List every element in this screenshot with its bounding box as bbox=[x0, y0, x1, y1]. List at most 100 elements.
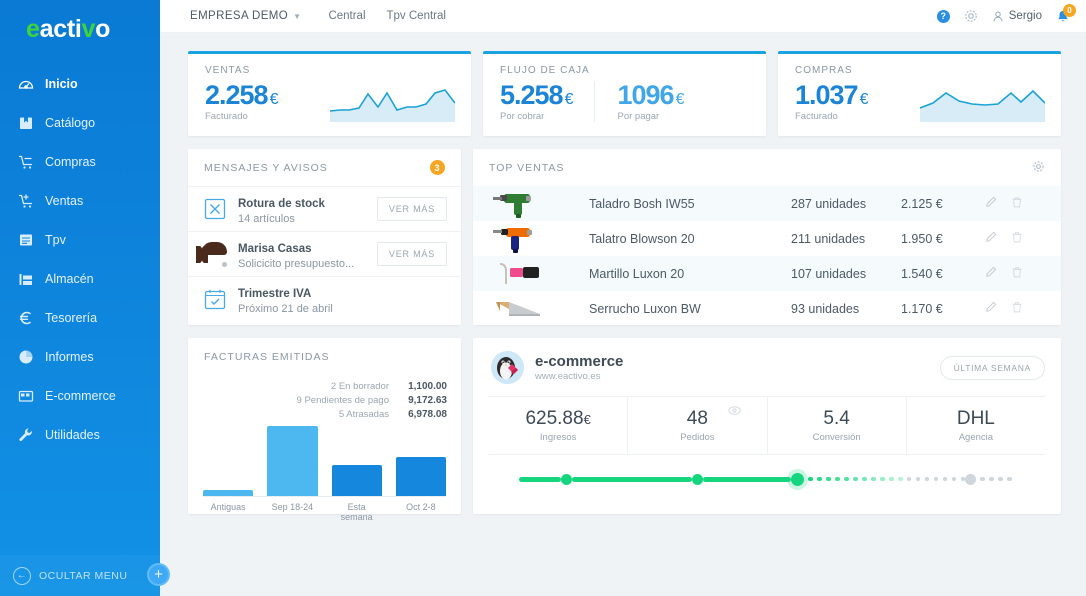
pencil-icon[interactable] bbox=[985, 196, 997, 211]
progress-dot bbox=[924, 476, 929, 482]
pencil-icon[interactable] bbox=[985, 231, 997, 246]
kpi-sublabel: Facturado bbox=[795, 111, 838, 123]
trash-icon[interactable] bbox=[1011, 196, 1023, 211]
ecommerce-url: www.eactivo.es bbox=[535, 371, 601, 382]
kpi-card-flujo-de-caja: FLUJO DE CAJA 5.258 € Por cobrar 1096 € Po… bbox=[483, 51, 766, 136]
stat-value: 48 bbox=[628, 408, 766, 430]
table-row[interactable]: Martillo Luxon 20 107 unidades 1.540 € bbox=[473, 256, 1061, 291]
progress-node[interactable] bbox=[561, 473, 572, 485]
legend-value: 9,172.63 bbox=[408, 395, 447, 406]
sidebar-item-almacen[interactable]: Almacén bbox=[0, 259, 160, 298]
kpi-currency: € bbox=[859, 91, 869, 108]
topnav-item-central[interactable]: Central bbox=[328, 10, 365, 22]
gear-icon[interactable] bbox=[964, 9, 978, 23]
product-units: 287 unidades bbox=[791, 196, 867, 211]
ver-mas-button[interactable]: VER MÁS bbox=[376, 197, 447, 221]
progress-dot bbox=[871, 476, 876, 482]
kpi-number: 1096 bbox=[617, 80, 674, 110]
trash-icon[interactable] bbox=[1011, 266, 1023, 281]
message-text: Rotura de stock 14 artículos bbox=[238, 194, 325, 225]
product-amount: 1.170 € bbox=[901, 301, 943, 316]
legend-row: 5 Atrasadas 6,978.08 bbox=[188, 409, 447, 420]
storefront-icon bbox=[17, 387, 34, 404]
sidebar-item-ecommerce[interactable]: E-commerce bbox=[0, 376, 160, 415]
progress-node-gray[interactable] bbox=[965, 473, 976, 485]
logo-acti: acti bbox=[39, 14, 82, 43]
sidebar-item-informes[interactable]: Informes bbox=[0, 337, 160, 376]
cart-plus-icon bbox=[17, 192, 34, 209]
pencil-icon[interactable] bbox=[985, 301, 997, 316]
company-selector[interactable]: EMPRESA DEMO ▼ bbox=[190, 10, 301, 22]
kpi-figure: 1.037 € Facturado bbox=[795, 81, 869, 123]
avatar-status-dot bbox=[221, 260, 228, 268]
message-item[interactable]: Trimestre IVA Próximo 21 de abril bbox=[188, 276, 461, 321]
table-row[interactable]: Talatro Blowson 20 211 unidades 1.950 € bbox=[473, 221, 1061, 256]
notifications-button[interactable]: 0 bbox=[1056, 3, 1076, 24]
sidebar-item-label: Ventas bbox=[45, 193, 84, 208]
progress-segment bbox=[519, 476, 561, 482]
sidebar-item-ventas[interactable]: Ventas bbox=[0, 181, 160, 220]
message-item[interactable]: Rotura de stock 14 artículos VER MÁS bbox=[188, 186, 461, 231]
topnav-item-tpv-central[interactable]: Tpv Central bbox=[387, 10, 446, 22]
table-row[interactable]: Taladro Bosh IW55 287 unidades 2.125 € bbox=[473, 186, 1061, 221]
table-row[interactable]: Serrucho Luxon BW 93 unidades 1.170 € bbox=[473, 291, 1061, 326]
chart-bar bbox=[267, 426, 318, 496]
message-title: Marisa Casas bbox=[238, 242, 312, 255]
sidebar-item-label: Compras bbox=[45, 154, 96, 169]
user-menu[interactable]: Sergio bbox=[992, 10, 1042, 23]
stat-ingresos: 625.88€ Ingresos bbox=[489, 397, 627, 454]
legend-row: 2 En borrador 1,100.00 bbox=[188, 381, 447, 392]
kpi-figure: 5.258 € Por cobrar bbox=[500, 81, 573, 123]
sidebar: eactivo Inicio Catálogo Compras Ventas T… bbox=[0, 0, 160, 596]
ver-mas-button[interactable]: VER MÁS bbox=[376, 242, 447, 266]
sidebar-item-tpv[interactable]: Tpv bbox=[0, 220, 160, 259]
kpi-figure: 2.258 € Facturado bbox=[205, 81, 279, 123]
top-ventas-panel: TOP VENTAS Taladro Bosh IW55 287 unidade… bbox=[473, 149, 1061, 325]
sidebar-item-utilidades[interactable]: Utilidades bbox=[0, 415, 160, 454]
logo-o: o bbox=[95, 14, 111, 43]
trash-icon[interactable] bbox=[1011, 301, 1023, 316]
row-actions bbox=[985, 231, 1047, 246]
period-filter-button[interactable]: ÚLTIMA SEMANA bbox=[939, 355, 1045, 380]
progress-node[interactable] bbox=[692, 473, 703, 485]
bar-column[interactable] bbox=[331, 425, 382, 496]
help-icon[interactable]: ? bbox=[936, 9, 950, 23]
progress-dot bbox=[889, 476, 894, 482]
progress-dot bbox=[906, 476, 911, 482]
message-subtitle: 14 artículos bbox=[238, 212, 295, 225]
kpi-currency: € bbox=[269, 91, 279, 108]
sidebar-item-compras[interactable]: Compras bbox=[0, 142, 160, 181]
kpi-sublabel: Por cobrar bbox=[500, 111, 545, 123]
sidebar-item-inicio[interactable]: Inicio bbox=[0, 64, 160, 103]
ecommerce-header: e-commerce www.eactivo.es ÚLTIMA SEMANA bbox=[473, 338, 1061, 384]
progress-current-node[interactable] bbox=[791, 472, 804, 486]
user-name: Sergio bbox=[1008, 10, 1042, 22]
app-logo[interactable]: eactivo bbox=[0, 0, 160, 58]
topbar-nav: Central Tpv Central bbox=[328, 10, 446, 22]
prestashop-penguin-icon bbox=[491, 351, 524, 384]
pencil-icon[interactable] bbox=[985, 266, 997, 281]
bar-column[interactable] bbox=[203, 425, 254, 496]
eye-icon[interactable] bbox=[727, 402, 741, 420]
legend-value: 1,100.00 bbox=[408, 381, 447, 392]
sidebar-item-label: Catálogo bbox=[45, 115, 96, 130]
product-amount: 1.950 € bbox=[901, 231, 943, 246]
square-x-icon bbox=[202, 197, 227, 222]
gear-icon[interactable] bbox=[1032, 160, 1045, 176]
bar-column[interactable] bbox=[395, 425, 446, 496]
bar-column[interactable] bbox=[267, 425, 318, 496]
sidebar-item-tesoreria[interactable]: Tesorería bbox=[0, 298, 160, 337]
drill-orange-icon bbox=[483, 223, 555, 255]
hide-menu-button[interactable]: ← OCULTAR MENU bbox=[0, 555, 160, 596]
progress-dot bbox=[989, 476, 994, 482]
kpi-figures: 1.037 € Facturado bbox=[795, 81, 869, 123]
legend-label: 5 Atrasadas bbox=[338, 409, 389, 420]
add-floating-button[interactable]: + bbox=[147, 563, 170, 586]
kpi-row: VENTAS 2.258 € Facturado FLUJO DE CAJA 5… bbox=[188, 51, 1061, 136]
message-item[interactable]: Marisa Casas Solicicito presupuesto... V… bbox=[188, 231, 461, 276]
trash-icon[interactable] bbox=[1011, 231, 1023, 246]
sidebar-item-catalogo[interactable]: Catálogo bbox=[0, 103, 160, 142]
ecommerce-progress-track[interactable] bbox=[519, 472, 1041, 486]
topbar: EMPRESA DEMO ▼ Central Tpv Central ? Ser… bbox=[160, 0, 1086, 33]
progress-dot bbox=[853, 476, 858, 482]
